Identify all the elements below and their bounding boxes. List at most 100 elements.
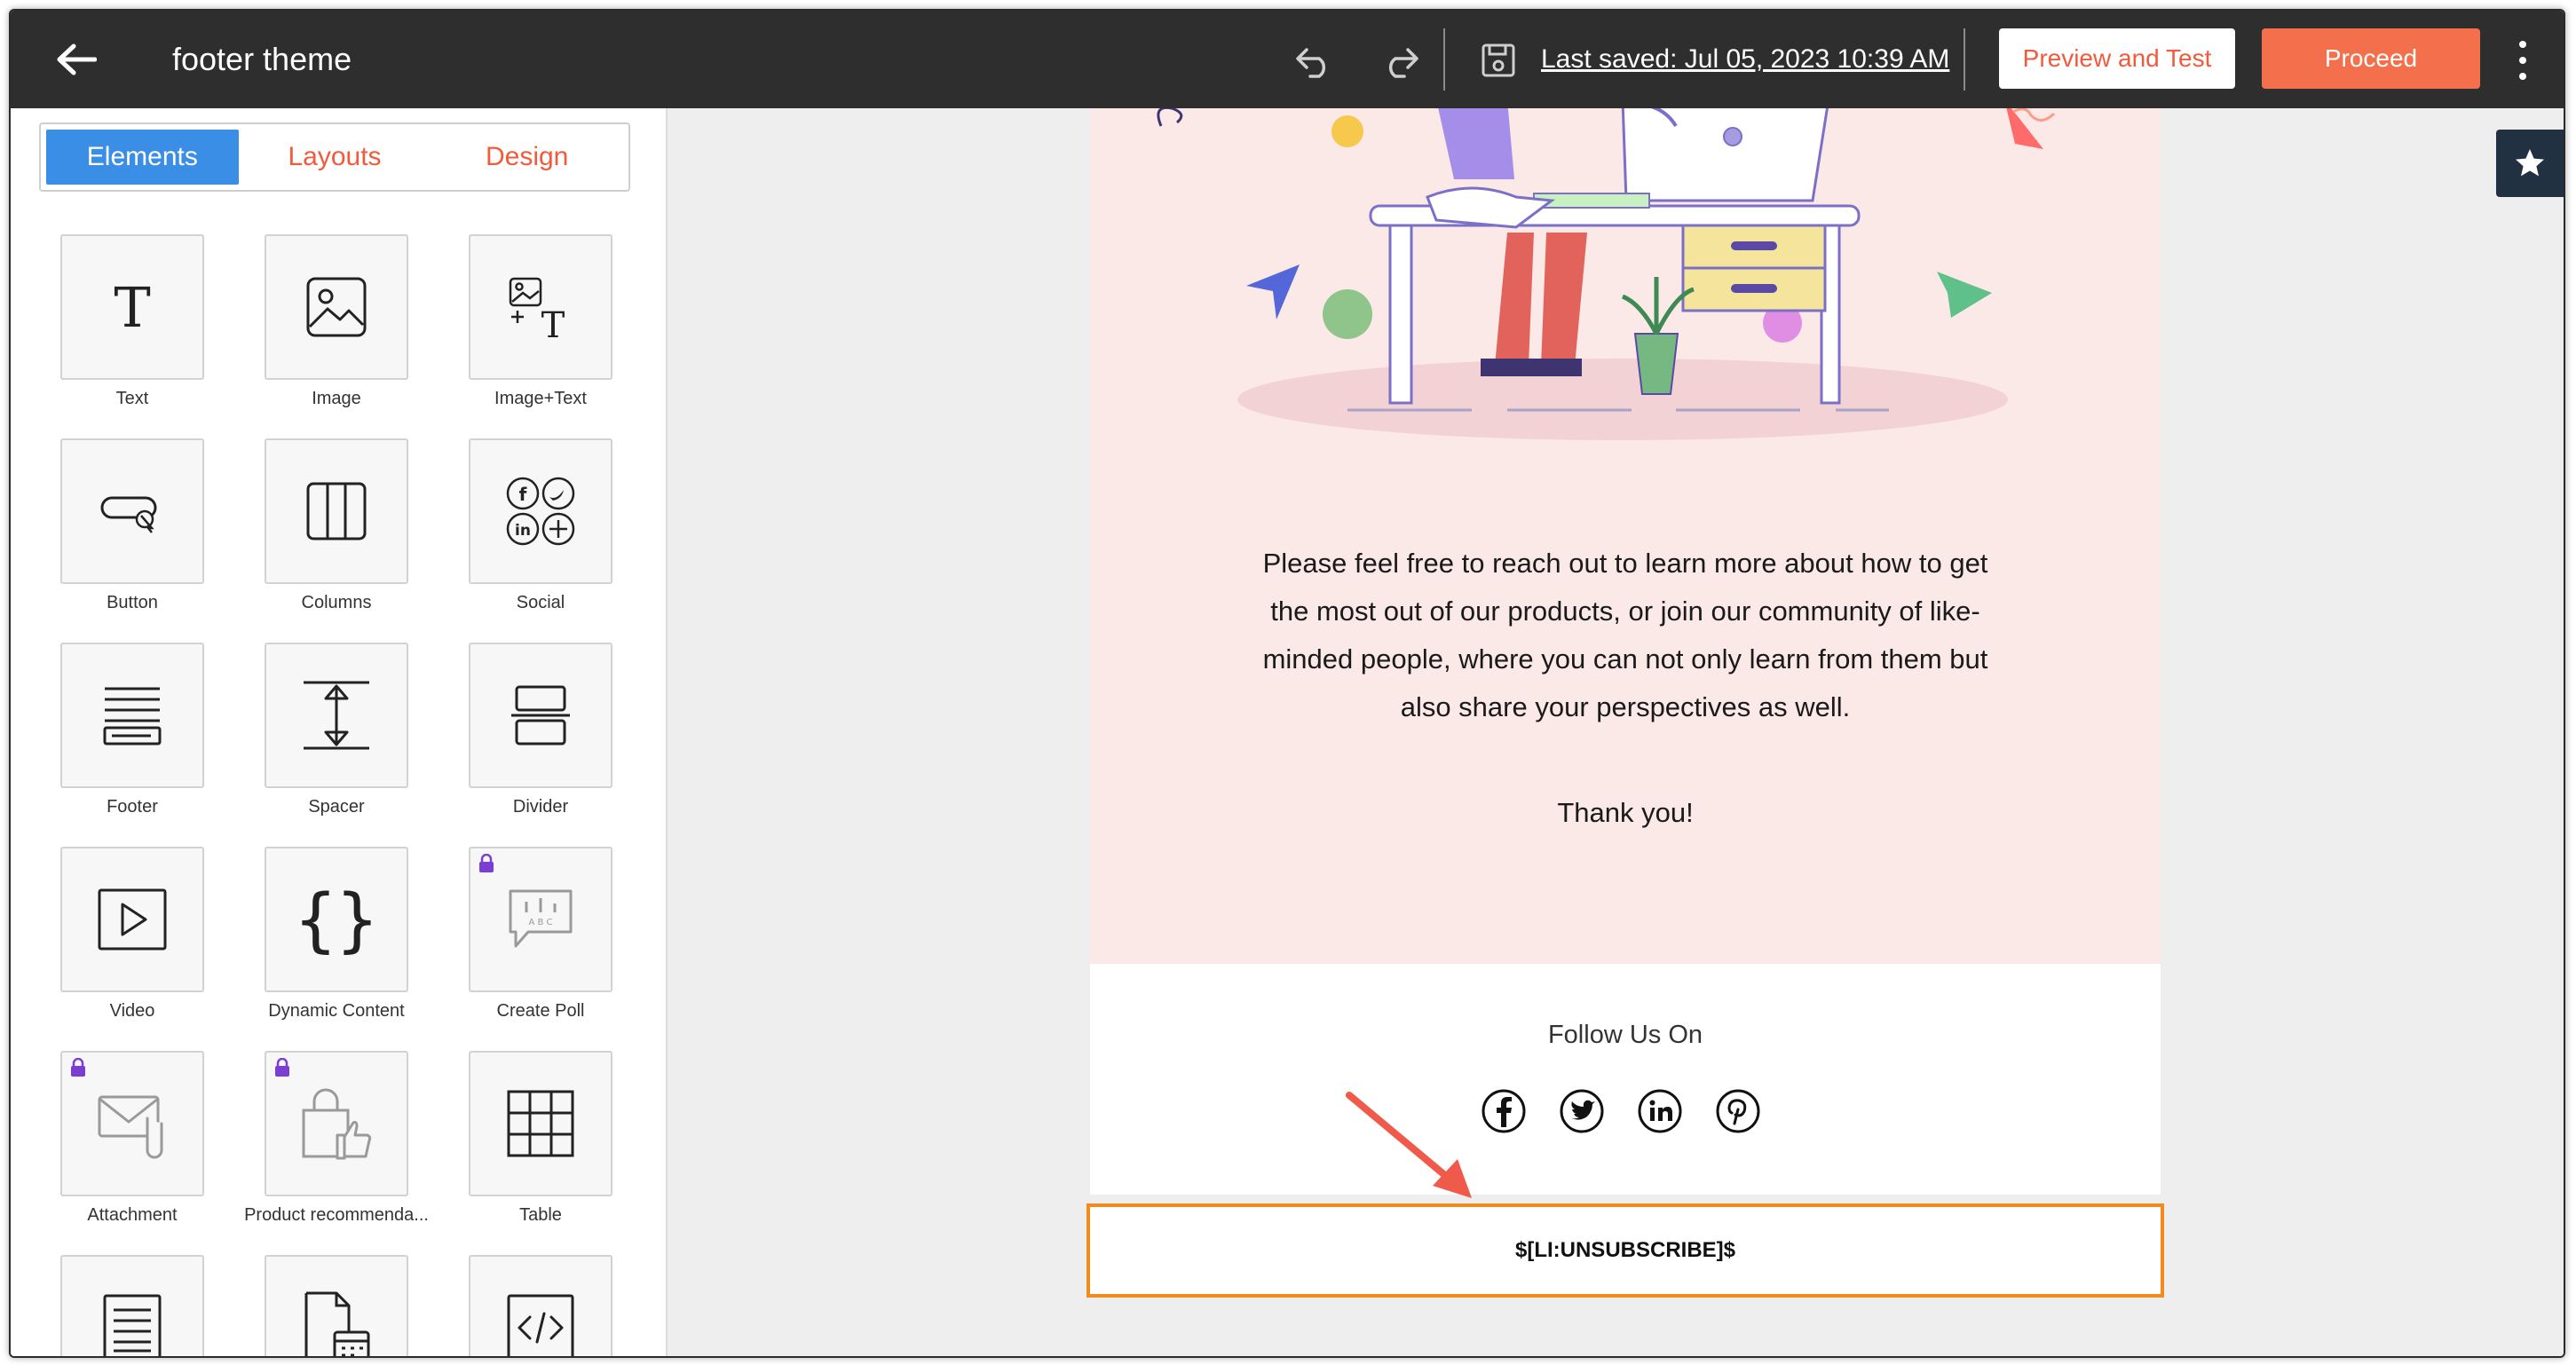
element-tile-image-text[interactable]: T	[469, 234, 612, 380]
email-content-section[interactable]: Please feel free to reach out to learn m…	[1090, 108, 2161, 964]
twitter-link[interactable]	[1559, 1088, 1605, 1134]
table-icon	[507, 1090, 574, 1157]
element-label: Social	[516, 593, 565, 612]
element-label: Attachment	[87, 1205, 178, 1225]
element-label: Footer	[107, 797, 158, 817]
element-tile-button[interactable]	[60, 438, 204, 584]
element-tile-code[interactable]	[469, 1255, 612, 1356]
svg-text:T: T	[114, 279, 150, 335]
back-button[interactable]	[44, 34, 108, 85]
follow-us-label: Follow Us On	[1547, 1021, 1703, 1049]
star-icon	[2516, 149, 2544, 177]
save-icon	[1482, 43, 1515, 77]
toolbar-divider	[1443, 28, 1445, 91]
redo-button[interactable]	[1378, 37, 1424, 83]
pinterest-link[interactable]	[1715, 1088, 1761, 1134]
element-label: Spacer	[308, 797, 365, 817]
element-label: Image	[312, 389, 361, 408]
undo-icon	[1296, 48, 1326, 78]
element-tile-columns[interactable]	[265, 438, 408, 584]
svg-text:{}: {}	[301, 881, 372, 958]
product-recommendation-icon	[302, 1088, 372, 1160]
element-tile-product-recommendation[interactable]	[265, 1051, 408, 1196]
unsubscribe-block[interactable]: $[LI:UNSUBSCRIBE]$	[1087, 1203, 2164, 1298]
element-tile-image[interactable]	[265, 234, 408, 380]
element-label: Columns	[301, 593, 372, 612]
toolbar-divider	[1964, 28, 1965, 91]
element-label: Dynamic Content	[268, 1001, 405, 1021]
footer-icon	[103, 687, 162, 746]
thank-you-text: Thank you!	[1557, 797, 1694, 828]
code-icon	[507, 1294, 574, 1356]
image-icon	[306, 277, 367, 337]
tab-layouts[interactable]: Layouts	[239, 130, 431, 185]
facebook-link[interactable]	[1481, 1088, 1527, 1134]
spacer-icon	[304, 681, 369, 750]
element-label: Image+Text	[494, 389, 587, 408]
more-menu-button[interactable]	[2505, 36, 2540, 85]
svg-text:A B C: A B C	[528, 918, 552, 927]
element-tile-text[interactable]: T	[60, 234, 204, 380]
element-tile-spacer[interactable]	[265, 643, 408, 788]
facebook-icon	[1482, 1089, 1526, 1133]
image-text-icon: T	[509, 277, 565, 341]
desk-illustration	[1157, 108, 2056, 440]
element-label: Create Poll	[496, 1001, 585, 1021]
app-window: footer theme Last saved: Jul 05, 2023 10…	[9, 9, 2565, 1358]
more-vertical-icon	[2519, 41, 2526, 48]
redo-icon	[1388, 48, 1418, 78]
twitter-icon	[1560, 1089, 1604, 1133]
email-canvas: Please feel free to reach out to learn m…	[669, 108, 2564, 1356]
svg-text:T: T	[541, 305, 565, 341]
calendar-file-icon	[304, 1291, 370, 1356]
divider-icon	[511, 685, 570, 746]
attachment-icon	[98, 1095, 163, 1159]
element-label: Divider	[512, 797, 569, 817]
video-icon	[98, 888, 167, 951]
svg-text:f: f	[519, 484, 527, 505]
element-tile-video[interactable]	[60, 847, 204, 992]
email-footer-section[interactable]: Follow Us On	[1090, 964, 2161, 1195]
element-label: Product recommenda...	[244, 1205, 429, 1225]
element-label: Video	[109, 1001, 155, 1021]
email-body-text: Please feel free to reach out to learn m…	[1262, 548, 1988, 722]
top-bar: footer theme Last saved: Jul 05, 2023 10…	[11, 11, 2564, 108]
poll-icon: A B C	[509, 889, 573, 948]
element-tile-create-poll[interactable]: A B C	[469, 847, 612, 992]
lock-icon	[71, 1058, 85, 1077]
sidebar-tabs: Elements Layouts Design	[39, 122, 630, 192]
element-tile-social[interactable]: f in	[469, 438, 612, 584]
element-tile-attachment[interactable]	[60, 1051, 204, 1196]
element-label: Button	[107, 593, 158, 612]
button-icon	[100, 496, 157, 533]
save-button[interactable]	[1475, 37, 1521, 83]
proceed-button[interactable]: Proceed	[2262, 28, 2480, 89]
social-icon: f in	[506, 477, 575, 546]
pinterest-icon	[1716, 1089, 1760, 1133]
tab-design[interactable]: Design	[431, 130, 623, 185]
text-icon: T	[114, 279, 150, 335]
linkedin-icon	[1638, 1089, 1682, 1133]
tab-elements[interactable]: Elements	[46, 130, 239, 185]
element-tile-footer[interactable]	[60, 643, 204, 788]
linkedin-link[interactable]	[1637, 1088, 1683, 1134]
svg-text:in: in	[515, 522, 531, 540]
element-tile-dynamic-content[interactable]: {}	[265, 847, 408, 992]
undo-button[interactable]	[1291, 37, 1337, 83]
back-arrow-icon	[57, 43, 97, 75]
lock-icon	[275, 1058, 289, 1077]
document-icon	[103, 1294, 162, 1356]
elements-sidebar: Elements Layouts Design T Text Image T I…	[11, 108, 668, 1356]
last-saved-link[interactable]: Last saved: Jul 05, 2023 10:39 AM	[1541, 11, 1949, 108]
page-title: footer theme	[172, 41, 352, 77]
social-icons-row	[1481, 1088, 1761, 1134]
preview-and-test-button[interactable]: Preview and Test	[1999, 28, 2235, 89]
element-tile-table[interactable]	[469, 1051, 612, 1196]
element-tile-divider[interactable]	[469, 643, 612, 788]
braces-icon: {}	[301, 881, 372, 958]
favorites-button[interactable]	[2496, 130, 2564, 197]
element-tile-document[interactable]	[60, 1255, 204, 1356]
element-label: Table	[519, 1205, 562, 1225]
element-tile-calendar-file[interactable]	[265, 1255, 408, 1356]
lock-icon	[479, 854, 494, 872]
